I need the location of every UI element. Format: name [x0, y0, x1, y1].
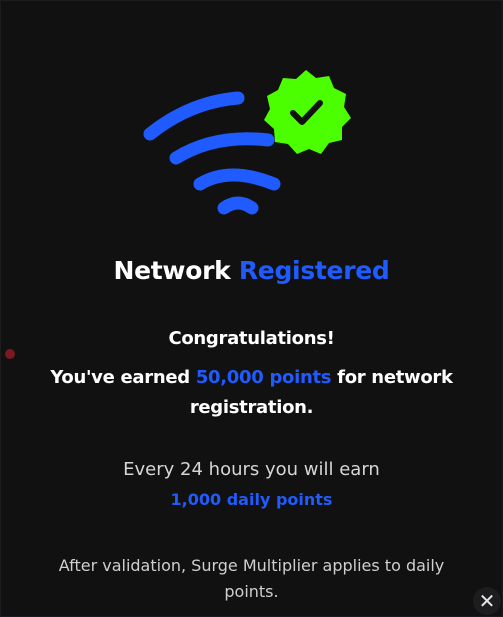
wifi-illustration	[143, 70, 351, 215]
earned-message: You've earned 50,000 points for network …	[20, 363, 483, 423]
wifi-icon	[143, 91, 281, 215]
close-button[interactable]: ✕	[473, 587, 501, 615]
hero-illustration	[130, 62, 370, 232]
page-title: Network Registered	[0, 256, 503, 285]
surge-multiplier-note: After validation, Surge Multiplier appli…	[58, 556, 445, 601]
daily-earn-text: Every 24 hours you will earn	[123, 459, 380, 480]
daily-points: 1,000 daily points	[170, 490, 333, 509]
earned-points: 50,000 points	[195, 367, 332, 388]
earned-prefix: You've earned	[50, 367, 196, 388]
title-accent: Registered	[238, 256, 390, 285]
registration-modal: Network Registered Congratulations! You'…	[0, 0, 503, 617]
verified-badge-check-icon	[264, 70, 351, 154]
congrats-heading: Congratulations!	[168, 328, 335, 349]
title-prefix: Network	[113, 256, 239, 285]
close-icon[interactable]: ✕	[479, 589, 496, 613]
indicator-dot	[5, 349, 15, 359]
